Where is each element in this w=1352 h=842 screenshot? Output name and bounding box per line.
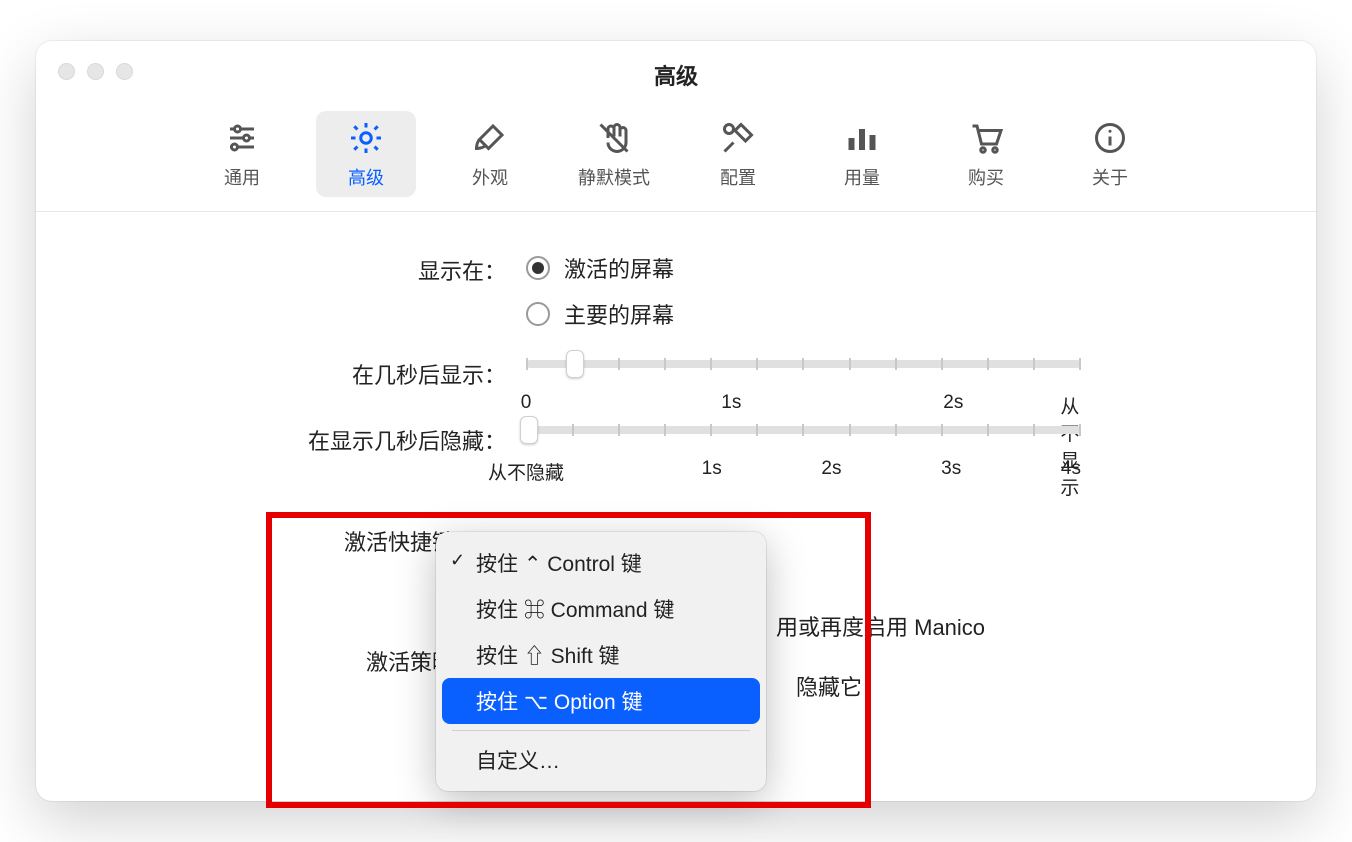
radio-icon	[526, 256, 550, 280]
show-after-label: 在几秒后显示：	[116, 356, 526, 390]
bar-chart-icon	[844, 118, 880, 158]
preferences-toolbar: 通用 高级 外观 静默模式 配置	[36, 111, 1316, 212]
menu-item-command[interactable]: 按住 ⌘ Command 键	[442, 586, 760, 632]
tab-purchase[interactable]: 购买	[936, 111, 1036, 197]
radio-active-screen[interactable]: 激活的屏幕	[526, 252, 1236, 284]
menu-item-control[interactable]: ✓ 按住 ⌃ Control 键	[442, 540, 760, 586]
info-icon	[1092, 118, 1128, 158]
preferences-window: 高级 通用 高级 外观 静默模式	[36, 41, 1316, 801]
tab-usage[interactable]: 用量	[812, 111, 912, 197]
tab-general[interactable]: 通用	[192, 111, 292, 197]
hide-after-label: 在显示几秒后隐藏：	[116, 422, 526, 456]
menu-item-option[interactable]: 按住 ⌥ Option 键	[442, 678, 760, 724]
radio-icon	[526, 302, 550, 326]
hotkey-dropdown-menu: ✓ 按住 ⌃ Control 键 按住 ⌘ Command 键 按住 ⇧ Shi…	[436, 532, 766, 791]
window-controls	[58, 63, 133, 80]
sliders-icon	[224, 118, 260, 158]
show-after-slider[interactable]	[526, 360, 1081, 368]
tab-config[interactable]: 配置	[688, 111, 788, 197]
partial-text-hide: 隐藏它	[796, 670, 862, 702]
display-on-label: 显示在：	[116, 252, 526, 286]
tools-icon	[720, 118, 756, 158]
minimize-window-button[interactable]	[87, 63, 104, 80]
partial-text-reenable: 用或再度启用 Manico	[776, 610, 985, 642]
paintbrush-icon	[472, 118, 508, 158]
close-window-button[interactable]	[58, 63, 75, 80]
cart-icon	[968, 118, 1004, 158]
tab-appearance[interactable]: 外观	[440, 111, 540, 197]
radio-main-screen[interactable]: 主要的屏幕	[526, 298, 1236, 330]
tab-advanced[interactable]: 高级	[316, 111, 416, 197]
zoom-window-button[interactable]	[116, 63, 133, 80]
tab-quiet-mode[interactable]: 静默模式	[564, 111, 664, 197]
hide-after-slider[interactable]	[526, 426, 1081, 434]
tab-about[interactable]: 关于	[1060, 111, 1160, 197]
gear-icon	[348, 118, 384, 158]
content-area: 显示在： 激活的屏幕 主要的屏幕 在几秒后显示：	[36, 212, 1316, 677]
window-title: 高级	[36, 41, 1316, 91]
slider-thumb[interactable]	[566, 350, 584, 378]
menu-item-custom[interactable]: 自定义…	[442, 737, 760, 783]
menu-separator	[452, 730, 750, 731]
slider-thumb[interactable]	[520, 416, 538, 444]
hand-off-icon	[596, 118, 632, 158]
checkmark-icon: ✓	[450, 550, 465, 571]
menu-item-shift[interactable]: 按住 ⇧ Shift 键	[442, 632, 760, 678]
